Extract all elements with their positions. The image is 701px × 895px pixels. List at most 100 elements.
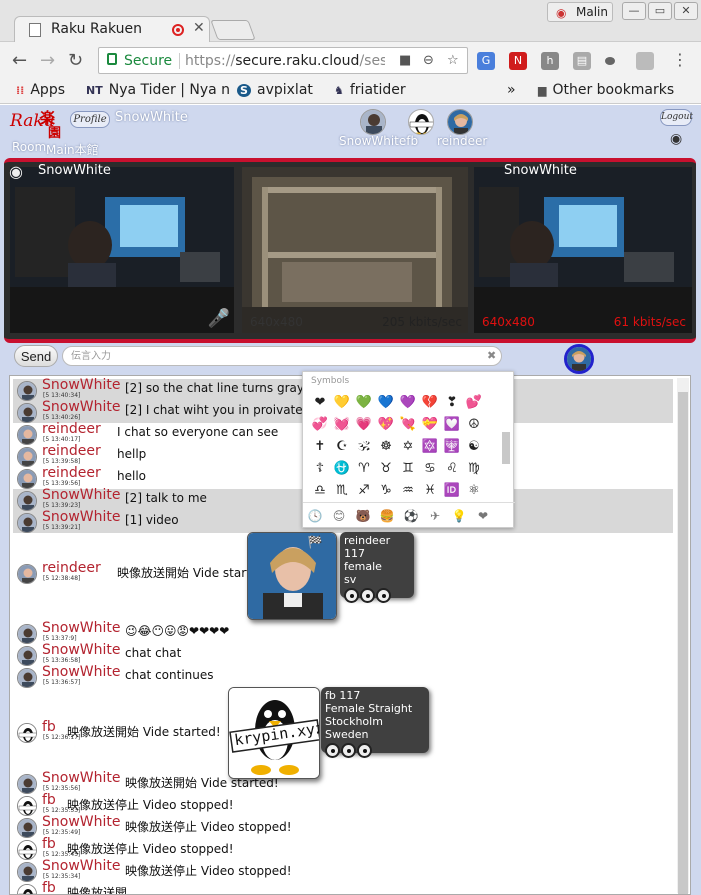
message-author[interactable]: fb	[42, 836, 56, 852]
h-extension-icon[interactable]: h	[541, 52, 559, 70]
message-author[interactable]: fb	[42, 880, 56, 894]
emoji-category-tab[interactable]: 🐻	[351, 503, 375, 529]
emoji-option[interactable]: ♓	[419, 480, 441, 502]
emoji-option[interactable]: 💜	[397, 392, 419, 414]
menu-icon[interactable]: ⋮	[672, 50, 688, 69]
webcam-icon[interactable]: ◉	[670, 131, 682, 147]
chat-scrollbar[interactable]	[677, 378, 689, 894]
emoji-option[interactable]: 🕉	[353, 436, 375, 458]
user-avatar[interactable]	[17, 818, 37, 838]
emoji-category-tab[interactable]: 😊	[327, 503, 351, 529]
emoji-scroll-thumb[interactable]	[502, 432, 510, 464]
emoji-option[interactable]: 💘	[397, 414, 419, 436]
tab-close-icon[interactable]: ✕	[193, 20, 205, 36]
online-avatar-fb[interactable]	[408, 109, 434, 135]
message-author[interactable]: fb	[42, 719, 56, 735]
site-logo[interactable]: Raku 楽園	[10, 109, 61, 141]
user-avatar[interactable]	[17, 862, 37, 882]
emoji-category-tab[interactable]: ⚽	[399, 503, 423, 529]
emoji-option[interactable]: ❤	[309, 392, 331, 414]
emoji-option[interactable]: 🕎	[441, 436, 463, 458]
emoji-option[interactable]: ❣	[441, 392, 463, 414]
emoji-option[interactable]: 💖	[375, 414, 397, 436]
emoji-category-tab[interactable]: ❤	[471, 503, 495, 529]
video-feed-2[interactable]: 640x480 205 kbits/sec	[242, 167, 468, 333]
emoji-option[interactable]: 🔯	[419, 436, 441, 458]
online-user-snowwhitefb[interactable]: SnowWhitefb	[339, 134, 418, 148]
bookmark-avpixlat[interactable]: Savpixlat	[237, 82, 313, 98]
user-avatar[interactable]	[17, 884, 37, 894]
n-extension-icon[interactable]: N	[509, 52, 527, 70]
emoji-category-tab[interactable]: 🏁	[303, 529, 327, 555]
bookmark-friatider[interactable]: ♞ friatider	[334, 82, 406, 98]
user-avatar[interactable]	[17, 381, 37, 401]
room-name[interactable]: Main本館	[46, 141, 99, 158]
message-author[interactable]: SnowWhite	[42, 664, 120, 680]
back-arrow-icon[interactable]: ←	[12, 50, 27, 71]
emoji-option[interactable]: ☦	[309, 458, 331, 480]
emoji-option[interactable]: ☪	[331, 436, 353, 458]
video-feed-1[interactable]: 🎤	[10, 167, 234, 333]
emoji-option[interactable]: ✝	[309, 436, 331, 458]
emoji-option[interactable]: ♉	[375, 458, 397, 480]
maximize-button[interactable]: ▭	[648, 2, 672, 20]
online-avatar-snowwhite[interactable]	[360, 109, 386, 135]
send-button[interactable]: Send	[14, 345, 58, 367]
emoji-category-tab[interactable]: 🕓	[303, 503, 327, 529]
message-author[interactable]: SnowWhite	[42, 377, 120, 393]
close-window-button[interactable]: ✕	[674, 2, 698, 20]
emoji-option[interactable]: ☮	[463, 414, 485, 436]
emoji-picker[interactable]: Symbols ❤ 💛 💚 💙 💜 💔 ❣ 💕💞 💓 💗 💖 💘 💝 💟 ☮✝ ☪ 🕉 ☸ ✡ 🔯 🕎 ☯☦ ⛎ ♈ ♉ ♊ ♋ ♌ ♍…	[302, 371, 515, 549]
scrollbar-thumb[interactable]	[678, 392, 688, 894]
emoji-category-tab[interactable]: 🍔	[375, 503, 399, 529]
emoji-option[interactable]: ♒	[397, 480, 419, 502]
microphone-icon[interactable]: 🎤	[208, 308, 230, 329]
logout-button[interactable]: Logout	[660, 109, 693, 126]
user-card-photo-fb[interactable]: krypin.xyz	[228, 687, 320, 779]
emoji-option[interactable]: ♏	[331, 480, 353, 502]
zoom-icon[interactable]: ⊖	[423, 53, 434, 68]
user-avatar[interactable]	[17, 425, 37, 445]
emoji-option[interactable]: ⚛	[463, 480, 485, 502]
self-avatar[interactable]	[564, 344, 594, 374]
message-author[interactable]: SnowWhite	[42, 770, 120, 786]
user-avatar[interactable]	[17, 796, 37, 816]
emoji-option[interactable]: ♐	[353, 480, 375, 502]
message-author[interactable]: reindeer	[42, 560, 101, 576]
emoji-option[interactable]: ♎	[309, 480, 331, 502]
translate-extension-icon[interactable]: G	[477, 52, 495, 70]
user-avatar[interactable]	[17, 840, 37, 860]
address-bar[interactable]: Secure https://secure.raku.cloud/sess...…	[98, 47, 468, 74]
emoji-option[interactable]: 🆔	[441, 480, 463, 502]
emoji-scrollbar[interactable]	[501, 374, 511, 502]
message-author[interactable]: reindeer	[42, 421, 101, 437]
message-author[interactable]: reindeer	[42, 443, 101, 459]
user-avatar[interactable]	[17, 564, 37, 584]
emoji-option[interactable]: ♑	[375, 480, 397, 502]
emoji-option[interactable]: 💛	[331, 392, 353, 414]
emoji-category-tab[interactable]: ✈	[423, 503, 447, 529]
message-author[interactable]: SnowWhite	[42, 814, 120, 830]
emoji-option[interactable]: 💟	[441, 414, 463, 436]
emoji-option[interactable]: ⛎	[331, 458, 353, 480]
clear-input-icon[interactable]: ✖	[487, 349, 496, 362]
emoji-option[interactable]: 💚	[353, 392, 375, 414]
emoji-option[interactable]: ☸	[375, 436, 397, 458]
reload-icon[interactable]: ↻	[68, 50, 83, 71]
pill-extension-icon[interactable]	[605, 57, 615, 65]
camera-icon[interactable]: ■	[399, 53, 411, 68]
message-input[interactable]: 伝言入力	[62, 346, 502, 366]
message-author[interactable]: SnowWhite	[42, 642, 120, 658]
minimize-button[interactable]: —	[622, 2, 646, 20]
emoji-option[interactable]: 💔	[419, 392, 441, 414]
user-avatar[interactable]	[17, 774, 37, 794]
message-author[interactable]: SnowWhite	[42, 487, 120, 503]
emoji-option[interactable]: ♊	[397, 458, 419, 480]
user-avatar[interactable]	[17, 624, 37, 644]
emoji-option[interactable]: ♍	[463, 458, 485, 480]
user-avatar[interactable]	[17, 491, 37, 511]
new-tab-button[interactable]	[210, 20, 256, 40]
printer-extension-icon[interactable]: ▤	[573, 52, 591, 70]
emoji-option[interactable]: 💓	[331, 414, 353, 436]
user-avatar[interactable]	[17, 668, 37, 688]
